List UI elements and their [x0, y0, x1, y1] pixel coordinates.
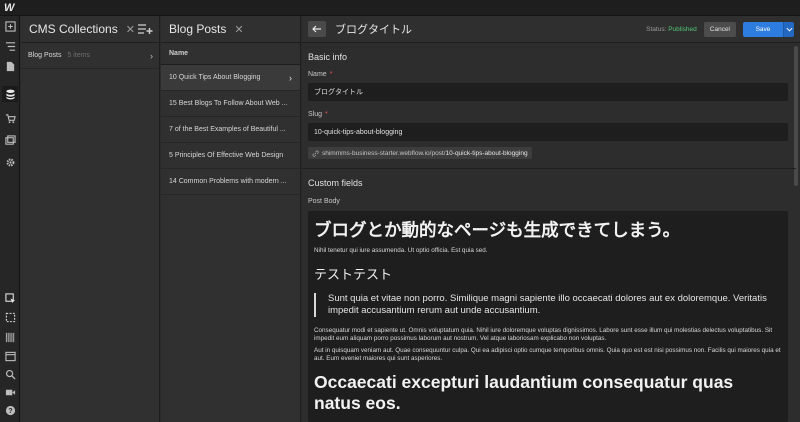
post-row-label: 7 of the Best Examples of Beautiful ...	[169, 126, 286, 133]
post-row[interactable]: 15 Best Blogs To Follow About Web ...	[161, 91, 300, 117]
navigator-icon[interactable]	[2, 38, 18, 54]
help-question-icon[interactable]: ?	[2, 402, 18, 418]
post-row-label: 5 Principles Of Effective Web Design	[169, 152, 284, 159]
cms-app: W ? CMS Collections ✕ Blog Posts 5 items…	[0, 0, 800, 422]
assets-icon[interactable]	[2, 132, 18, 148]
post-row-label: 14 Common Problems with modern ...	[169, 178, 287, 185]
webflow-logo[interactable]: W	[4, 2, 14, 14]
collections-header: CMS Collections ✕	[21, 16, 159, 43]
post-body-label: Post Body	[308, 198, 340, 205]
link-icon	[312, 150, 319, 157]
post-row[interactable]: 7 of the Best Examples of Beautiful ...	[161, 117, 300, 143]
arrow-left-icon	[312, 25, 321, 33]
post-row[interactable]: 10 Quick Tips About Blogging ›	[161, 65, 300, 91]
scrollbar[interactable]	[794, 46, 798, 186]
top-bar: W	[0, 0, 800, 16]
collection-item-label: Blog Posts	[28, 52, 62, 59]
svg-text:?: ?	[8, 407, 12, 414]
pages-icon[interactable]	[2, 58, 18, 74]
cms-collections-panel: CMS Collections ✕ Blog Posts 5 items ›	[21, 16, 160, 422]
slug-label: Slug *	[308, 111, 328, 118]
editor-header: ブログタイトル Status: Published Cancel Save	[302, 16, 800, 43]
body-paragraph: Aut in quisquam veniam aut. Quae consequ…	[314, 346, 781, 363]
status-text: Status: Published	[646, 26, 697, 33]
video-tutorials-icon[interactable]	[2, 384, 18, 400]
url-prefix: shimmms-business-starter.webflow.io/post…	[322, 149, 446, 157]
cancel-button[interactable]: Cancel	[703, 21, 736, 37]
status-label: Status:	[646, 25, 667, 33]
basic-info-title: Basic info	[308, 52, 348, 62]
posts-column-header[interactable]: Name	[161, 43, 300, 65]
body-heading-1b: Occaecati excepturi laudantium consequat…	[314, 371, 734, 413]
status-badge: Published	[668, 25, 697, 33]
slug-label-text: Slug	[308, 111, 323, 118]
posts-header: Blog Posts ✕	[161, 16, 300, 43]
search-icon[interactable]	[2, 366, 18, 382]
post-row[interactable]: 5 Principles Of Effective Web Design	[161, 143, 300, 169]
back-button[interactable]	[308, 21, 326, 37]
audit-barcode-icon[interactable]	[2, 329, 18, 345]
section-divider	[302, 168, 796, 169]
post-body-rich-text-editor[interactable]: ブログとか動的なページも生成できてしまう。 Nihil tenetur qui …	[308, 211, 788, 422]
custom-fields-title: Custom fields	[308, 178, 363, 188]
close-posts-icon[interactable]: ✕	[234, 23, 243, 36]
required-mark: *	[325, 111, 328, 118]
name-label: Name *	[308, 71, 332, 78]
collection-item-count: 5 items	[67, 52, 91, 59]
ecommerce-cart-icon[interactable]	[2, 110, 18, 126]
item-editor-panel: ブログタイトル Status: Published Cancel Save Ba…	[302, 16, 800, 422]
blog-posts-panel: Blog Posts ✕ Name 10 Quick Tips About Bl…	[161, 16, 301, 422]
collections-title: CMS Collections	[29, 22, 118, 36]
select-tool-icon[interactable]	[2, 290, 18, 306]
preview-window-icon[interactable]	[2, 348, 18, 364]
save-button[interactable]: Save	[743, 21, 783, 37]
chevron-right-icon: ›	[289, 72, 292, 83]
slug-field[interactable]: 10-quick-tips-about-blogging	[308, 123, 788, 141]
add-panel-icon[interactable]	[2, 18, 18, 34]
close-collections-icon[interactable]: ✕	[126, 23, 135, 36]
body-paragraph: Consequatur modi et sapiente ut. Omnis v…	[314, 326, 773, 343]
body-heading-1: ブログとか動的なページも生成できてしまう。	[314, 220, 681, 240]
post-row[interactable]: 14 Common Problems with modern ...	[161, 169, 300, 195]
marquee-select-icon[interactable]	[2, 309, 18, 325]
post-row-label: 10 Quick Tips About Blogging	[169, 74, 261, 81]
collection-item-blog-posts[interactable]: Blog Posts 5 items ›	[21, 43, 159, 69]
name-label-text: Name	[308, 71, 327, 78]
required-mark: *	[329, 71, 333, 78]
posts-title: Blog Posts	[169, 22, 227, 36]
body-blockquote: Sunt quia et vitae non porro. Similique …	[314, 292, 782, 317]
settings-gear-icon[interactable]	[2, 154, 18, 170]
left-toolbar: ?	[0, 16, 20, 422]
url-slug: 10-quick-tips-about-blogging	[445, 149, 528, 157]
editor-title: ブログタイトル	[335, 24, 412, 36]
cms-database-icon[interactable]	[2, 86, 18, 102]
save-options-button[interactable]	[783, 21, 794, 37]
chevron-down-icon	[786, 27, 792, 32]
body-paragraph: Nihil tenetur qui iure assumenda. Ut opt…	[314, 247, 488, 254]
item-url-link[interactable]: shimmms-business-starter.webflow.io/post…	[308, 147, 532, 159]
chevron-right-icon: ›	[150, 50, 153, 61]
post-row-label: 15 Best Blogs To Follow About Web ...	[169, 100, 288, 107]
name-field[interactable]: ブログタイトル	[308, 83, 788, 101]
add-collection-icon[interactable]	[137, 22, 153, 36]
body-heading-2: テストテスト	[314, 266, 393, 282]
